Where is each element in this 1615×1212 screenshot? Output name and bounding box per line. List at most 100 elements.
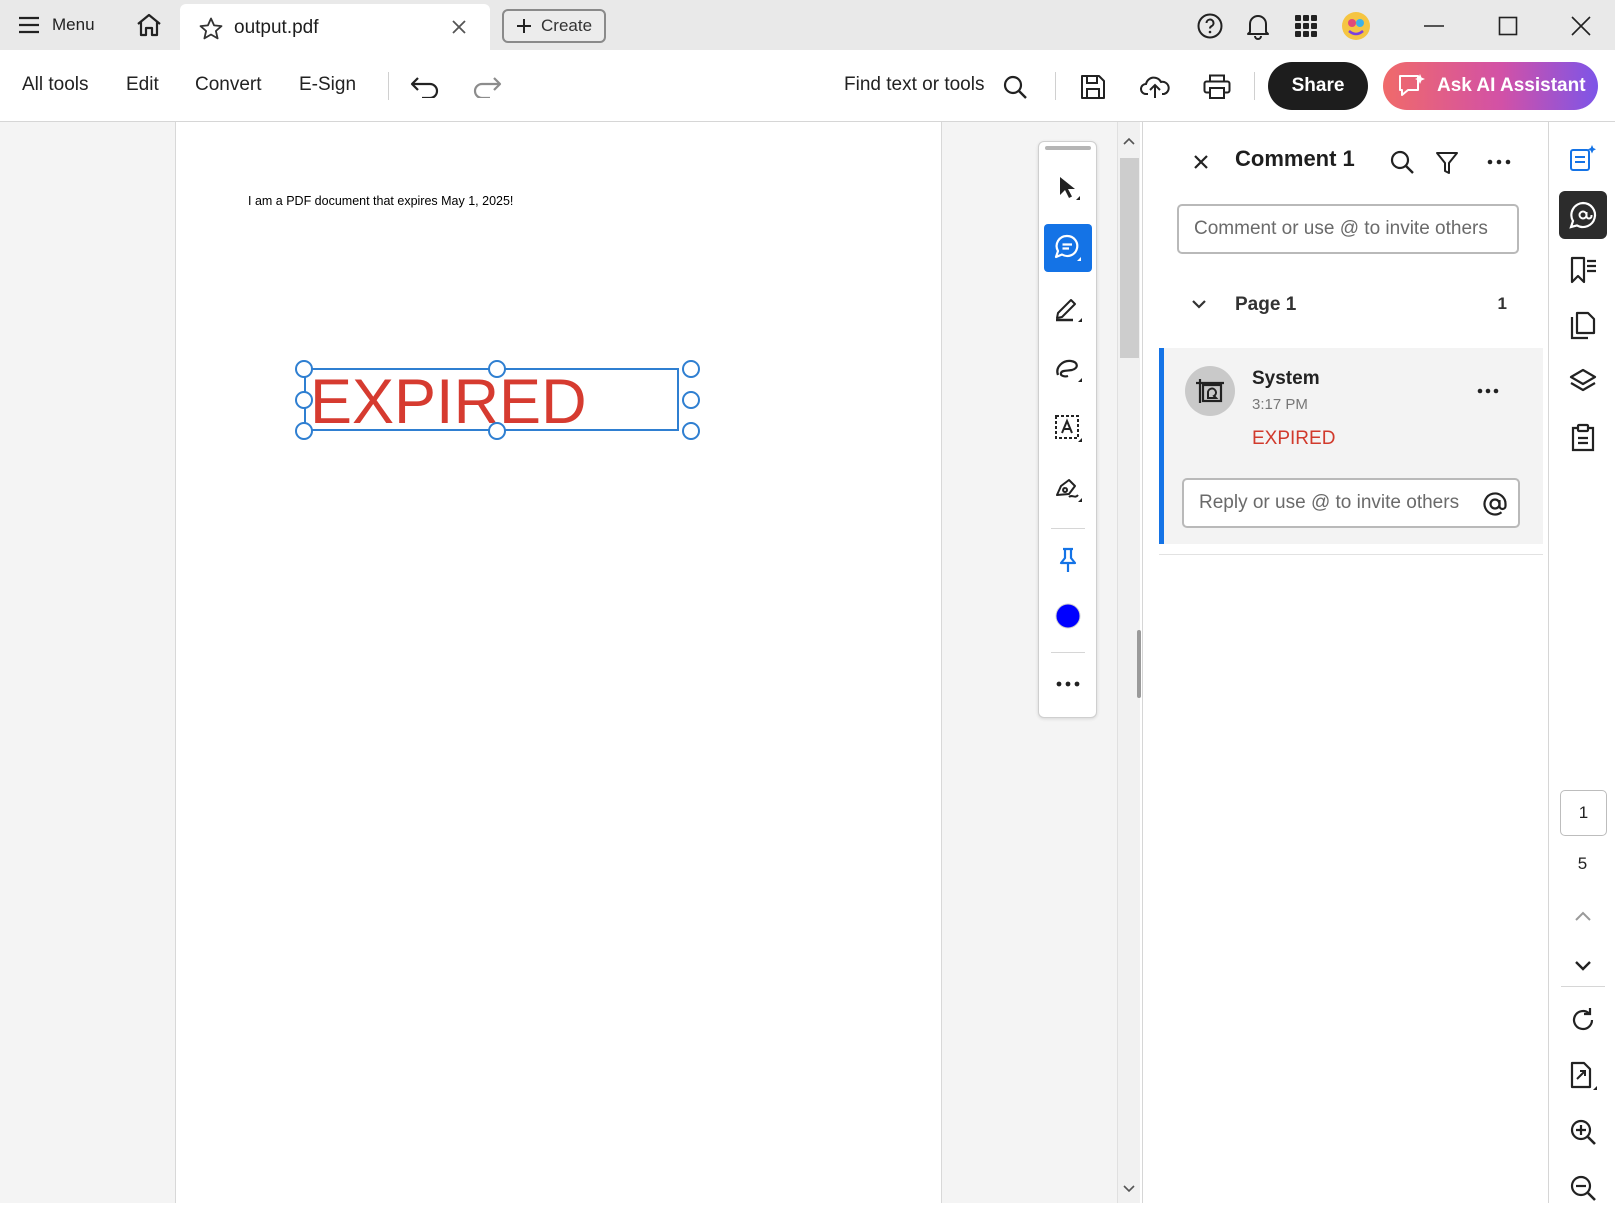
- avatar[interactable]: [1340, 10, 1372, 42]
- comment-bubble-icon: [1054, 234, 1081, 261]
- resize-handle-bottom-right[interactable]: [682, 422, 700, 440]
- rail-ai-summary[interactable]: [1559, 134, 1607, 182]
- rail-pages[interactable]: [1559, 302, 1607, 350]
- ai-assistant-button[interactable]: Ask AI Assistant: [1383, 62, 1598, 110]
- highlighter-icon: [1056, 299, 1082, 322]
- redo-button[interactable]: [468, 68, 506, 106]
- right-rail: 1 5: [1548, 122, 1615, 1203]
- help-icon: [1197, 13, 1223, 39]
- card-divider: [1159, 554, 1543, 555]
- next-page-button[interactable]: [1559, 942, 1607, 990]
- create-button[interactable]: Create: [502, 9, 606, 43]
- resize-handle-right[interactable]: [682, 391, 700, 409]
- page-fit-icon: [1570, 1061, 1597, 1090]
- ai-assistant-label: Ask AI Assistant: [1437, 75, 1586, 96]
- rotate-button[interactable]: [1559, 996, 1607, 1044]
- resize-handle-bottom-left[interactable]: [295, 422, 313, 440]
- document-viewport[interactable]: I am a PDF document that expires May 1, …: [0, 122, 1140, 1203]
- scroll-down-icon[interactable]: [1122, 1184, 1136, 1194]
- print-button[interactable]: [1198, 68, 1236, 106]
- maximize-button[interactable]: [1492, 10, 1524, 42]
- panel-resize-handle[interactable]: [1137, 630, 1141, 698]
- find-text-or-tools[interactable]: Find text or tools: [844, 74, 984, 96]
- page-fit-button[interactable]: [1559, 1052, 1607, 1100]
- zoom-out-icon: [1570, 1175, 1596, 1201]
- pdf-page[interactable]: I am a PDF document that expires May 1, …: [175, 122, 942, 1203]
- comment-tool[interactable]: [1044, 224, 1092, 272]
- mention-icon[interactable]: [1482, 491, 1508, 517]
- close-panel-icon[interactable]: [1193, 154, 1209, 170]
- scroll-up-icon[interactable]: [1122, 136, 1136, 146]
- notifications-button[interactable]: [1242, 10, 1274, 42]
- select-tool[interactable]: [1044, 164, 1092, 212]
- menu-button[interactable]: Menu: [18, 10, 95, 40]
- search-comments-icon[interactable]: [1389, 149, 1415, 175]
- comment-text: EXPIRED: [1252, 428, 1336, 449]
- help-button[interactable]: [1194, 10, 1226, 42]
- draw-tool[interactable]: [1044, 344, 1092, 392]
- rail-layers[interactable]: [1559, 358, 1607, 406]
- ai-assistant-icon: [1399, 74, 1425, 96]
- nav-all-tools[interactable]: All tools: [22, 74, 89, 96]
- close-window-button[interactable]: [1565, 10, 1597, 42]
- save-button[interactable]: [1074, 68, 1112, 106]
- document-tab[interactable]: output.pdf: [180, 4, 490, 50]
- rail-comments[interactable]: [1559, 191, 1607, 239]
- current-page-field[interactable]: 1: [1560, 790, 1607, 836]
- main-toolbar: All tools Edit Convert E-Sign Find text …: [0, 50, 1615, 122]
- filter-icon[interactable]: [1435, 150, 1459, 176]
- search-button[interactable]: [996, 68, 1034, 106]
- previous-page-button[interactable]: [1559, 892, 1607, 940]
- search-icon: [1003, 75, 1027, 99]
- nav-edit[interactable]: Edit: [126, 74, 159, 96]
- share-button[interactable]: Share: [1268, 62, 1368, 110]
- upload-button[interactable]: [1136, 68, 1174, 106]
- freehand-draw-icon: [1056, 359, 1082, 382]
- create-label: Create: [541, 16, 593, 35]
- text-box-tool[interactable]: [1044, 404, 1092, 452]
- zoom-in-button[interactable]: [1559, 1108, 1607, 1156]
- scrollbar-thumb[interactable]: [1120, 158, 1139, 358]
- chevron-up-icon: [1575, 911, 1591, 921]
- menu-label: Menu: [52, 15, 95, 34]
- resize-handle-top[interactable]: [488, 360, 506, 378]
- resize-handle-bottom[interactable]: [488, 422, 506, 440]
- rail-bookmarks[interactable]: [1559, 246, 1607, 294]
- apps-button[interactable]: [1290, 10, 1322, 42]
- avatar: [1185, 366, 1235, 416]
- highlight-tool[interactable]: [1044, 284, 1092, 332]
- tool-divider: [1051, 528, 1085, 529]
- undo-button[interactable]: [406, 68, 444, 106]
- home-button[interactable]: [132, 9, 166, 41]
- resize-handle-top-left[interactable]: [295, 360, 313, 378]
- resize-handle-left[interactable]: [295, 391, 313, 409]
- user-avatar-icon: [1342, 12, 1370, 40]
- chevron-down-icon[interactable]: [1191, 298, 1207, 310]
- rotate-icon: [1572, 1008, 1594, 1031]
- sign-tool[interactable]: [1044, 464, 1092, 512]
- page-group-header[interactable]: Page 1 1: [1177, 290, 1507, 320]
- panel-more-icon[interactable]: [1487, 159, 1511, 165]
- total-pages: 5: [1577, 854, 1588, 873]
- drag-handle[interactable]: [1045, 146, 1091, 150]
- close-tab-icon[interactable]: [450, 18, 468, 36]
- nav-convert[interactable]: Convert: [195, 74, 262, 96]
- more-tools-button[interactable]: [1044, 660, 1092, 708]
- nav-esign[interactable]: E-Sign: [299, 74, 356, 96]
- page-comment-count: 1: [1497, 294, 1507, 313]
- star-icon[interactable]: [198, 16, 224, 42]
- cloud-upload-icon: [1140, 76, 1170, 98]
- comment-more-icon[interactable]: [1477, 388, 1499, 394]
- minimize-button[interactable]: [1418, 10, 1450, 42]
- comment-card[interactable]: System 3:17 PM EXPIRED Reply or use @ to…: [1159, 348, 1543, 544]
- zoom-out-button[interactable]: [1559, 1164, 1607, 1212]
- pin-tool[interactable]: [1044, 536, 1092, 584]
- resize-handle-top-right[interactable]: [682, 360, 700, 378]
- bookmark-icon: [1570, 256, 1596, 284]
- comment-input[interactable]: Comment or use @ to invite others: [1177, 204, 1519, 254]
- reply-input[interactable]: Reply or use @ to invite others: [1182, 478, 1520, 528]
- color-picker[interactable]: [1044, 592, 1092, 640]
- rail-attachments[interactable]: [1559, 414, 1607, 462]
- expired-stamp-annotation[interactable]: EXPIRED: [304, 367, 679, 437]
- annotation-toolbar: [1038, 141, 1097, 718]
